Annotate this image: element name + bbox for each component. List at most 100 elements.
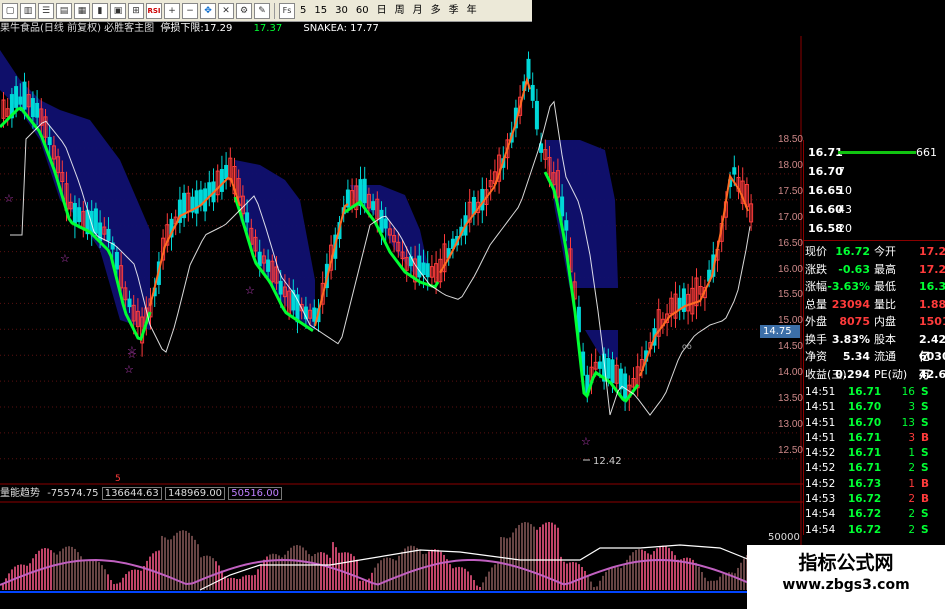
zoom-out-icon[interactable]: − [182, 2, 198, 19]
tick-price: 16.72 [848, 523, 882, 536]
toolbar: ▢ ▥ ☰ ▤ ▦ ▮ ▣ ⊞ RSI + − ✥ ✕ ⚙ ✎ Fs 5 15 … [0, 0, 532, 22]
chart-icon[interactable]: ▤ [56, 2, 72, 19]
candle-body [732, 167, 737, 175]
candle-body [677, 297, 682, 310]
price-axis-label: 14.00 [777, 367, 803, 379]
list-icon[interactable]: ☰ [38, 2, 54, 19]
candle-body [266, 259, 271, 272]
cross-icon[interactable]: ✕ [218, 2, 234, 19]
candle-body [560, 196, 565, 217]
table-icon[interactable]: ▣ [110, 2, 126, 19]
quote-value: 17.20 [919, 262, 945, 276]
toolbar-separator [274, 2, 275, 19]
candle-body [77, 207, 82, 223]
candle-body [224, 164, 229, 180]
rsi-button[interactable]: RSI [146, 2, 162, 19]
current-price-tag: 14.75 [760, 325, 800, 338]
stock-title: 果牛食品(日线 前复权) [0, 23, 101, 34]
period-month[interactable]: 月 [410, 3, 426, 19]
price-axis-label: 16.50 [777, 237, 803, 249]
quote-label: 换手 [805, 332, 827, 346]
quote-table: 现价 16.72 今开 17.20 涨跌 -0.63 最高 17.20 涨幅-3.63% 最低 16… [804, 243, 945, 383]
tick-row: 14:52 16.71 1 S [804, 446, 945, 461]
quote-row: 现价 16.72 今开 17.20 [804, 243, 945, 261]
low-price-annotation: 12.42 [593, 456, 622, 467]
period-15[interactable]: 15 [311, 3, 330, 19]
candle-body [362, 178, 367, 204]
move-icon[interactable]: ✥ [200, 2, 216, 19]
tick-volume: 13 [901, 416, 915, 429]
quote-label: 外盘 [805, 315, 827, 328]
candle-body [383, 218, 388, 229]
candlestick-chart[interactable]: ☆☆☆☆☆☆☆ 12.42 oo 5 [0, 36, 803, 609]
quote-value: 17.20 [919, 245, 945, 258]
tick-direction: B [921, 477, 930, 490]
tick-time: 14:51 [805, 401, 836, 414]
quote-value: 8075 [839, 315, 870, 328]
quote-label: 涨跌 [805, 262, 827, 276]
order-book-row: 16.58 20 [804, 219, 945, 238]
period-60[interactable]: 60 [353, 3, 372, 19]
quote-row: 外盘 8075 内盘 15019 [804, 313, 945, 331]
tick-time: 14:54 [805, 523, 836, 536]
star-marker: ☆ [4, 192, 14, 205]
tick-volume: 2 [908, 523, 915, 536]
tick-row: 14:52 16.71 2 S [804, 461, 945, 476]
period-30[interactable]: 30 [332, 3, 351, 19]
fs-button[interactable]: Fs [279, 2, 295, 19]
period-week[interactable]: 周 [392, 3, 408, 19]
tick-time: 14:52 [805, 477, 836, 490]
quote-value: -0.63 [838, 262, 870, 276]
indicator-value-3: 148969.00 [164, 487, 226, 500]
tick-price: 16.71 [848, 431, 882, 444]
candle-body [14, 86, 19, 108]
candle-body [379, 209, 384, 233]
candle-body [597, 361, 602, 369]
snake-value: 17.77 [350, 23, 379, 34]
indicator-marker: 5 [115, 474, 121, 484]
period-multi[interactable]: 多 [428, 3, 444, 19]
star-marker: ☆ [245, 284, 255, 297]
grid-icon[interactable]: ▦ [74, 2, 90, 19]
zoom-in-icon[interactable]: + [164, 2, 180, 19]
chart-info-bar: 果牛食品(日线 前复权) 必胜客主图 停损下限:17.29 17.37 SNAK… [0, 22, 379, 36]
candle-body [534, 100, 539, 130]
period-year[interactable]: 年 [464, 3, 480, 19]
candle-body [194, 190, 199, 214]
tick-time: 14:52 [805, 447, 836, 460]
price-axis-label: 18.50 [777, 134, 803, 145]
star-marker: ☆ [124, 363, 134, 376]
quote-label: 今开 [874, 245, 896, 258]
new-window-icon[interactable]: ▢ [2, 2, 18, 19]
bar-chart-icon[interactable]: ▮ [92, 2, 108, 19]
period-day[interactable]: 日 [374, 3, 390, 19]
quote-panel: 16.71 661 16.70 7 16.65 10 16.60 43 16.58 20 现价 16… [803, 140, 945, 536]
period-5[interactable]: 5 [297, 3, 309, 19]
line-annotation: oo [682, 342, 692, 351]
candle-body [127, 298, 132, 308]
tick-row: 14:51 16.70 13 S [804, 416, 945, 431]
tick-direction: S [921, 401, 929, 414]
quote-label: 流通 [874, 350, 896, 363]
order-book-row: 16.60 43 [804, 200, 945, 219]
quote-row: 换手 3.83% 股本 2.42亿 [804, 331, 945, 364]
draw-icon[interactable]: ✎ [254, 2, 270, 19]
tick-volume: 16 [901, 386, 915, 398]
tick-time: 14:51 [805, 416, 836, 429]
quote-label: PE(动) [874, 367, 908, 381]
split-icon[interactable]: ▥ [20, 2, 36, 19]
tick-price: 16.70 [848, 401, 882, 414]
price-axis-label: 16.00 [777, 263, 803, 275]
quote-label: 总量 [805, 297, 827, 311]
candle-body [114, 251, 119, 270]
quote-label: 内盘 [874, 315, 896, 328]
settings-icon[interactable]: ⚙ [236, 2, 252, 19]
tick-time: 14:51 [805, 386, 836, 398]
price-axis-label: 17.00 [777, 211, 803, 223]
tick-direction: S [921, 462, 929, 475]
candle-body [421, 262, 426, 276]
candle-icon[interactable]: ⊞ [128, 2, 144, 19]
candle-body [564, 220, 569, 231]
period-season[interactable]: 季 [446, 3, 462, 19]
candle-body [480, 188, 485, 211]
